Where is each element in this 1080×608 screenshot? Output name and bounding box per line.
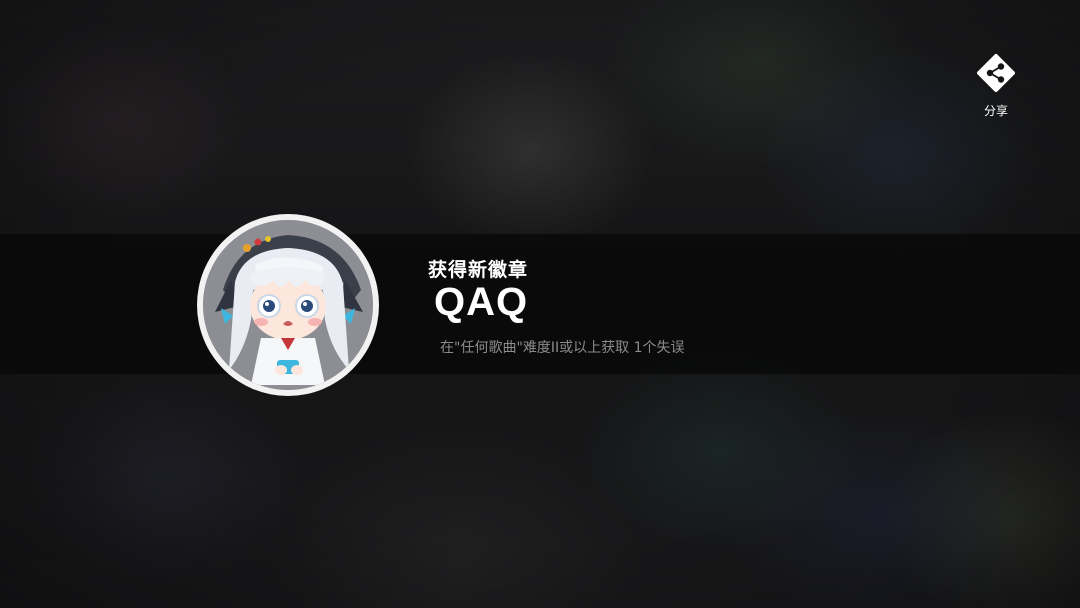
share-button[interactable]: 分享 bbox=[966, 48, 1026, 122]
chibi-character-illustration bbox=[203, 220, 373, 390]
banner-heading: 获得新徽章 bbox=[428, 259, 529, 281]
badge-name: QAQ bbox=[434, 280, 529, 324]
badge-image bbox=[203, 220, 373, 390]
badge-frame bbox=[197, 214, 379, 396]
share-label: 分享 bbox=[983, 104, 1008, 118]
badge-description: 在"任何歌曲"难度II或以上获取 1个失误 bbox=[440, 340, 685, 356]
share-icon bbox=[977, 54, 1015, 92]
